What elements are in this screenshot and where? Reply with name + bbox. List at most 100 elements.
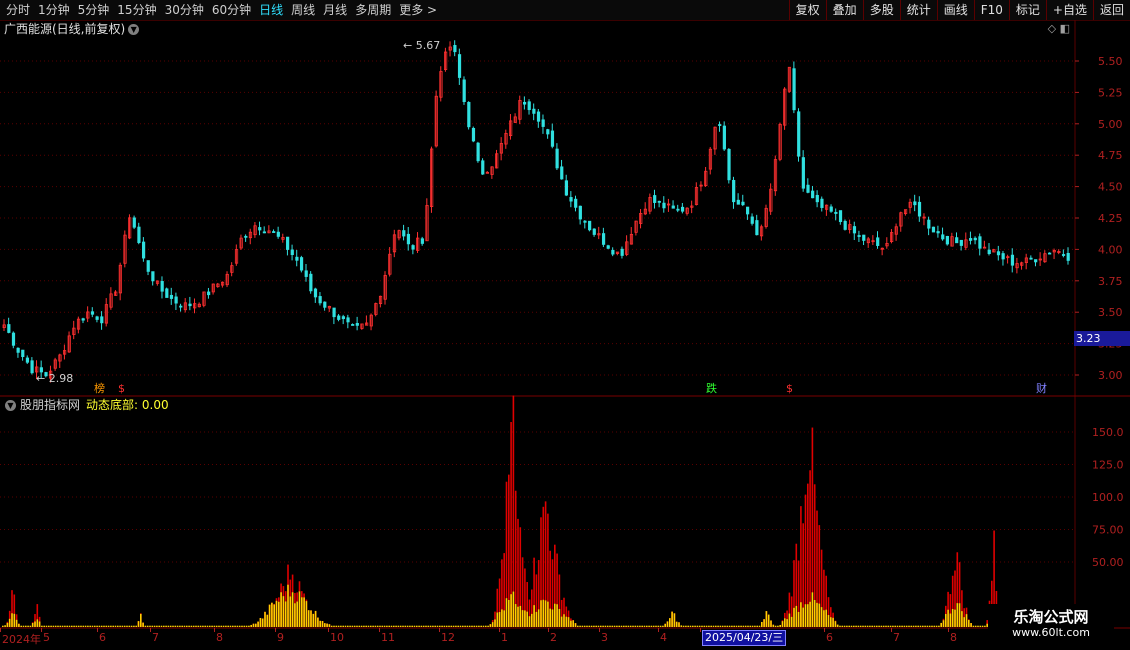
indicator-bar-yellow [590,625,593,627]
event-marker-4: 财 [1036,381,1047,395]
indicator-tick-label: 125.0 [1092,459,1124,472]
x-tick [499,628,500,632]
candle-body [16,347,20,353]
candle-body [332,307,336,318]
indicator-bar-yellow [243,625,246,627]
candle-body [801,157,805,189]
indicator-bar-yellow [202,625,204,627]
indicator-bar-yellow [427,625,430,627]
indicator-tick-label: 100.0 [1092,491,1124,504]
indicator-bar-yellow [549,608,551,627]
indicator-bar-yellow [236,625,239,627]
x-axis: 2024年5678910111212345678 [0,628,1075,648]
indicator-bar-yellow [211,625,213,627]
indicator-bar-yellow [811,592,814,627]
indicator-bar-yellow [89,625,91,627]
indicator-bar-yellow [853,625,855,627]
indicator-bar-yellow [813,600,816,627]
indicator-bar-yellow [314,610,317,627]
indicator-bar-yellow [629,625,632,627]
indicator-bar-yellow [140,613,142,627]
indicator-bar-yellow [404,625,407,627]
indicator-bar-yellow [738,625,740,627]
indicator-bar-yellow [570,620,572,627]
indicator-bar-yellow [326,623,328,627]
candle-body [806,184,810,193]
indicator-bar-yellow [388,625,390,627]
indicator-bar-yellow [721,625,724,627]
indicator-bar-yellow [149,625,151,627]
kline-chart[interactable]: 5.505.255.004.754.504.254.003.753.503.25… [0,0,1130,650]
event-marker-2: 跌 [706,381,717,395]
indicator-bar-yellow [979,625,982,627]
indicator-bar-yellow [386,625,388,627]
candle-body [476,142,480,162]
indicator-bar-yellow [128,625,131,627]
x-tick-label: 2 [550,631,557,644]
candle-body [620,248,624,256]
indicator-bar-yellow [657,625,660,627]
indicator-tick-label: 150.0 [1092,426,1124,439]
indicator-bar-yellow [179,625,181,627]
indicator-bar-yellow [222,625,225,627]
indicator-bar-yellow [942,620,945,627]
indicator-bar-yellow [974,625,977,627]
indicator-bar-yellow [480,625,482,627]
indicator-bar-yellow [945,613,947,627]
candle-body [852,226,857,234]
indicator-bar-yellow [673,613,676,627]
chevron-down-icon[interactable]: ▼ [5,400,16,411]
candle-body [402,230,406,237]
indicator-bar-yellow [278,601,280,627]
indicator-bar-yellow [765,611,768,627]
indicator-bar-yellow [586,625,588,627]
indicator-bar-yellow [698,625,701,627]
indicator-bar-yellow [4,625,6,627]
indicator-bar-yellow [889,625,892,627]
x-tick [214,628,215,632]
candle-body [945,235,949,245]
candle-body [736,199,740,205]
indicator-bar-yellow [360,625,363,627]
indicator-bar-yellow [434,625,436,627]
indicator-bar-yellow [703,625,706,627]
indicator-bar-yellow [526,611,528,627]
indicator-bar-yellow [119,625,121,627]
indicator-bar-yellow [744,625,747,627]
candle-body [755,220,759,236]
indicator-bar-yellow [52,625,55,627]
indicator-bar-yellow [462,625,464,627]
indicator-bar-yellow [6,622,9,627]
indicator-bar-yellow [29,625,32,627]
indicator-bar-yellow [48,625,50,627]
indicator-bar-yellow [537,609,540,627]
indicator-bar-yellow [80,625,82,627]
candle-body [295,256,299,261]
indicator-bar-yellow [712,625,715,627]
price-tick-label: 5.50 [1098,55,1123,68]
indicator-bar-yellow [18,623,20,627]
candle-body [411,245,415,250]
indicator-bar-yellow [659,625,662,627]
indicator-bar-yellow [209,625,211,627]
candle-body [857,235,861,237]
candle-body [299,257,304,271]
price-tick-label: 4.00 [1098,243,1123,256]
indicator-bar-yellow [54,625,57,627]
indicator-bar-yellow [664,623,666,627]
indicator-bar-yellow [935,625,938,627]
indicator-bar-yellow [675,621,678,627]
indicator-bar-yellow [662,625,664,627]
candle-body [11,332,16,346]
candle-body [583,220,587,223]
candle-body [160,281,164,292]
indicator-bar-yellow [797,611,800,627]
candle-body [420,238,424,244]
indicator-bar-yellow [965,614,968,627]
indicator-bar-yellow [970,623,972,627]
indicator-bar-yellow [956,603,959,627]
indicator-bar-yellow [517,606,519,627]
indicator-title: ▼ 股朋指标网 动态底部: 0.00 [0,397,169,413]
indicator-bar-yellow [2,625,4,627]
indicator-bar-yellow [685,625,687,627]
